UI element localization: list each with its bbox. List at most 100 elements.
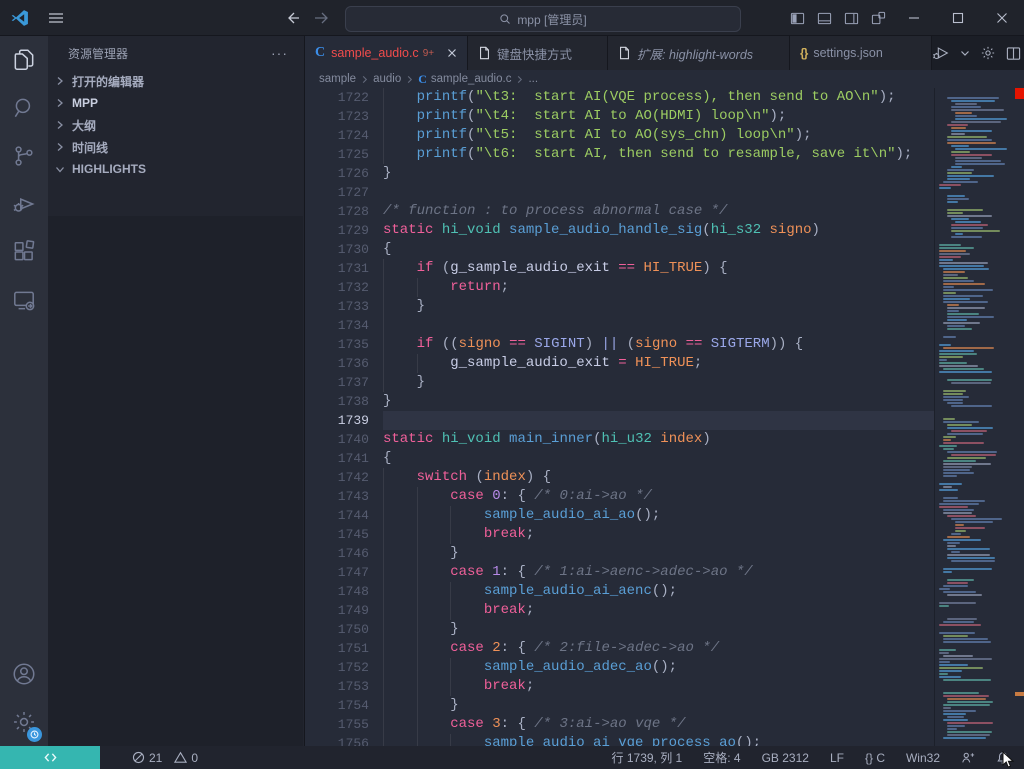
tab-扩展: highlight-words[interactable]: 扩展: highlight-words xyxy=(608,36,790,70)
feedback-icon[interactable] xyxy=(959,751,977,765)
tab-settings.json[interactable]: { }settings.json xyxy=(790,36,932,70)
code-line: 1722 printf("\t3: start AI(VQE process),… xyxy=(305,88,935,107)
command-center-search[interactable]: mpp [管理员] xyxy=(345,6,741,32)
code-line: 1756 sample_audio_ai_vqe_process_ao(); xyxy=(305,734,935,746)
line-number: 1731 xyxy=(305,259,383,278)
line-number: 1747 xyxy=(305,563,383,582)
error-icon xyxy=(132,751,145,764)
close-window-button[interactable] xyxy=(980,0,1024,36)
breadcrumb-item[interactable]: Csample_audio.c xyxy=(418,72,511,87)
code-line: 1748 sample_audio_ai_aenc(); xyxy=(305,582,935,601)
line-number: 1722 xyxy=(305,88,383,107)
code-line: 1746 } xyxy=(305,544,935,563)
remote-indicator[interactable] xyxy=(0,746,100,769)
code-line: 1745 break; xyxy=(305,525,935,544)
code-line: 1749 break; xyxy=(305,601,935,620)
sidebar-section-大纲[interactable]: 大纲 xyxy=(48,114,304,136)
line-number: 1725 xyxy=(305,145,383,164)
sidebar-section-MPP[interactable]: MPP xyxy=(48,92,304,114)
line-number: 1739 xyxy=(305,411,383,430)
line-number: 1727 xyxy=(305,183,383,202)
overview-ruler[interactable] xyxy=(1015,88,1024,746)
close-tab-icon[interactable] xyxy=(445,46,459,60)
sidebar-more-actions[interactable]: ··· xyxy=(267,43,292,63)
code-editor[interactable]: 1722 printf("\t3: start AI(VQE process),… xyxy=(305,88,1024,746)
split-editor-icon[interactable] xyxy=(1006,46,1021,61)
line-number: 1752 xyxy=(305,658,383,677)
breadcrumb-item[interactable]: audio xyxy=(373,73,401,85)
accounts-icon[interactable] xyxy=(0,650,48,698)
toggle-panel-icon[interactable] xyxy=(811,0,838,36)
extensions-icon[interactable] xyxy=(0,228,48,276)
line-number: 1744 xyxy=(305,506,383,525)
code-line: 1741{ xyxy=(305,449,935,468)
line-number: 1726 xyxy=(305,164,383,183)
status-item[interactable]: {} C xyxy=(863,751,887,765)
code-line: 1724 printf("\t5: start AI to AO(sys_chn… xyxy=(305,126,935,145)
toggle-sidebar-icon[interactable] xyxy=(784,0,811,36)
minimap[interactable] xyxy=(934,88,1015,746)
toggle-secondary-sidebar-icon[interactable] xyxy=(838,0,865,36)
code-line: 1750 } xyxy=(305,620,935,639)
error-count: 21 xyxy=(149,751,162,765)
open-settings-gear-icon[interactable] xyxy=(980,45,996,61)
chevron-down-icon xyxy=(52,161,68,177)
source-control-icon[interactable] xyxy=(0,132,48,180)
nav-back-icon[interactable] xyxy=(286,10,302,26)
search-label: mpp [管理员] xyxy=(517,11,586,28)
status-item[interactable]: GB 2312 xyxy=(760,751,811,765)
code-line: 1737 } xyxy=(305,373,935,392)
status-item[interactable]: LF xyxy=(828,751,846,765)
sidebar-section-HIGHLIGHTS[interactable]: HIGHLIGHTS xyxy=(48,158,304,180)
line-number: 1736 xyxy=(305,354,383,373)
file-icon xyxy=(478,46,491,60)
breadcrumb-item[interactable]: ... xyxy=(528,73,538,85)
status-item[interactable]: 行 1739, 列 1 xyxy=(610,749,685,766)
code-line: 1730{ xyxy=(305,240,935,259)
highlights-pane xyxy=(48,216,303,746)
code-line: 1754 } xyxy=(305,696,935,715)
code-line: 1755 case 3: { /* 3:ai->ao vqe */ xyxy=(305,715,935,734)
run-dropdown-chevron-icon[interactable] xyxy=(960,48,970,58)
code-line: 1743 case 0: { /* 0:ai->ao */ xyxy=(305,487,935,506)
line-number: 1732 xyxy=(305,278,383,297)
code-line: 1744 sample_audio_ai_ao(); xyxy=(305,506,935,525)
tab-sample_audio.c[interactable]: Csample_audio.c9+ xyxy=(305,36,468,70)
warning-count: 0 xyxy=(191,751,198,765)
explorer-files-icon[interactable] xyxy=(0,36,48,84)
breadcrumb-separator-icon xyxy=(515,75,524,84)
status-item[interactable]: Win32 xyxy=(904,751,942,765)
breadcrumb-item[interactable]: sample xyxy=(319,73,356,85)
problems-badge: 9+ xyxy=(423,48,434,59)
code-line: 1753 break; xyxy=(305,677,935,696)
menu-hamburger-icon[interactable] xyxy=(44,6,68,30)
tab-label: sample_audio.c xyxy=(331,46,419,60)
code-line: 1751 case 2: { /* 2:file->adec->ao */ xyxy=(305,639,935,658)
minimize-button[interactable] xyxy=(892,0,936,36)
tab-键盘快捷方式[interactable]: 键盘快捷方式 xyxy=(468,36,608,70)
tab-strip: Csample_audio.c9+键盘快捷方式扩展: highlight-wor… xyxy=(305,36,1024,70)
nav-forward-icon[interactable] xyxy=(314,10,330,26)
code-line: 1752 sample_audio_adec_ao(); xyxy=(305,658,935,677)
sidebar-section-时间线[interactable]: 时间线 xyxy=(48,136,304,158)
sidebar-section-打开的编辑器[interactable]: 打开的编辑器 xyxy=(48,70,304,92)
settings-sync-clock-badge xyxy=(27,727,42,742)
code-line: 1740static hi_void main_inner(hi_u32 ind… xyxy=(305,430,935,449)
customize-layout-icon[interactable] xyxy=(865,0,892,36)
chevron-right-icon xyxy=(52,73,68,89)
run-debug-button[interactable] xyxy=(932,45,950,61)
code-line: 1723 printf("\t4: start AI to AO(HDMI) l… xyxy=(305,107,935,126)
search-sidebar-icon[interactable] xyxy=(0,84,48,132)
line-number: 1730 xyxy=(305,240,383,259)
notifications-bell-icon[interactable] xyxy=(994,751,1012,765)
code-line: 1726} xyxy=(305,164,935,183)
settings-gear-icon[interactable] xyxy=(0,698,48,746)
problems-status[interactable]: 21 0 xyxy=(132,751,198,765)
status-item[interactable]: 空格: 4 xyxy=(701,749,742,766)
line-number: 1735 xyxy=(305,335,383,354)
remote-explorer-icon[interactable] xyxy=(0,276,48,324)
code-line: 1747 case 1: { /* 1:ai->aenc->adec->ao *… xyxy=(305,563,935,582)
run-debug-icon[interactable] xyxy=(0,180,48,228)
maximize-button[interactable] xyxy=(936,0,980,36)
code-line: 1733 } xyxy=(305,297,935,316)
